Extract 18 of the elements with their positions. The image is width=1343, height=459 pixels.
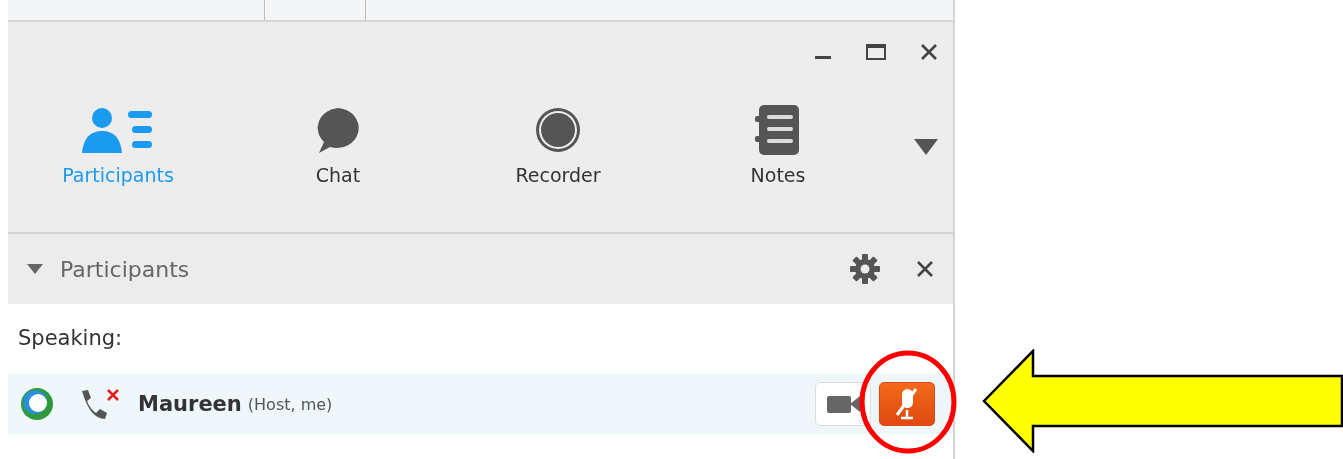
video-button[interactable]	[815, 382, 871, 426]
dropdown-caret-icon[interactable]	[913, 138, 939, 156]
tab[interactable]: Recorder	[448, 104, 668, 186]
participant-name: Maureen	[138, 392, 242, 416]
participant-role: (Host, me)	[247, 394, 333, 414]
close-icon[interactable]	[915, 259, 935, 279]
tab[interactable]: Notes	[668, 104, 888, 186]
participant-row[interactable]: Maureen (Host, me)	[8, 374, 953, 434]
panel-title: Participants	[60, 256, 190, 282]
mute-button[interactable]	[879, 382, 935, 426]
settings-icon[interactable]	[849, 253, 881, 285]
section-label: Speaking:	[17, 325, 124, 352]
tab[interactable]: Chat	[228, 104, 448, 186]
client-logo-icon	[20, 387, 54, 421]
collapse-caret-icon[interactable]	[26, 262, 44, 276]
video-camera-icon	[826, 393, 860, 415]
close-icon[interactable]	[919, 42, 939, 62]
maximize-icon[interactable]	[865, 42, 887, 62]
